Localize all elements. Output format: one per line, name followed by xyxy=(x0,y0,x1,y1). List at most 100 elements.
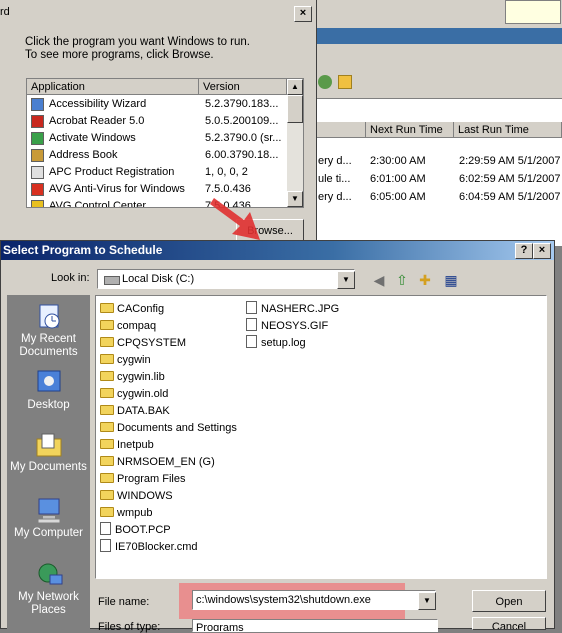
folder-item[interactable]: cygwin.lib xyxy=(100,369,237,386)
wizard-close-button[interactable]: × xyxy=(294,6,312,22)
place-label: My Documents xyxy=(10,461,87,473)
item-label: setup.log xyxy=(261,337,306,349)
program-list-item[interactable]: Activate Windows 5.2.3790.0 (sr... xyxy=(27,130,287,147)
folder-item[interactable]: wmpub xyxy=(100,505,237,522)
program-list-scrollbar[interactable]: ▲ ▼ xyxy=(287,79,303,207)
item-label: wmpub xyxy=(117,507,153,519)
place-my-documents[interactable]: My Documents xyxy=(7,431,90,474)
folder-item[interactable]: CPQSYSTEM xyxy=(100,335,237,352)
file-item[interactable]: NASHERC.JPG xyxy=(246,301,339,318)
folder-item[interactable]: WINDOWS xyxy=(100,488,237,505)
my-computer-icon xyxy=(34,497,64,525)
folder-item[interactable]: Documents and Settings xyxy=(100,420,237,437)
background-toolbar xyxy=(316,72,562,92)
program-version: 5.2.3790.0 (sr... xyxy=(205,132,282,144)
item-label: Inetpub xyxy=(117,439,154,451)
item-label: cygwin.old xyxy=(117,388,169,400)
program-list-item[interactable]: APC Product Registration 1, 0, 0, 2 xyxy=(27,164,287,181)
recent-documents-icon xyxy=(34,303,64,331)
folder-item[interactable]: NRMSOEM_EN (G) xyxy=(100,454,237,471)
place-label: My Network Places xyxy=(18,591,79,616)
place-desktop[interactable]: Desktop xyxy=(7,369,90,412)
back-icon[interactable]: ◀ xyxy=(369,270,389,290)
folder-item[interactable]: Inetpub xyxy=(100,437,237,454)
place-my-recent-documents[interactable]: My Recent Documents xyxy=(7,303,90,359)
dialog-titlebar[interactable]: Select Program to Schedule ? × xyxy=(1,241,554,260)
instruction-line-2: To see more programs, click Browse. xyxy=(25,49,214,61)
open-button[interactable]: Open xyxy=(472,590,546,612)
place-label: My Computer xyxy=(13,527,84,539)
scroll-up-button[interactable]: ▲ xyxy=(287,79,303,95)
toolbar-icon[interactable] xyxy=(318,75,332,89)
item-label: cygwin.lib xyxy=(117,371,165,383)
program-list-item[interactable]: Acrobat Reader 5.0 5.0.5.200109... xyxy=(27,113,287,130)
folder-item[interactable]: DATA.BAK xyxy=(100,403,237,420)
folder-icon xyxy=(100,473,114,483)
folder-item[interactable]: Program Files xyxy=(100,471,237,488)
file-item[interactable]: IE70Blocker.cmd xyxy=(100,539,237,556)
folder-icon xyxy=(100,456,114,466)
folder-icon xyxy=(100,388,114,398)
column-header-last-run[interactable]: Last Run Time xyxy=(454,122,562,138)
look-in-dropdown-arrow[interactable]: ▼ xyxy=(337,271,355,289)
file-icon xyxy=(100,539,111,552)
file-item[interactable]: setup.log xyxy=(246,335,339,352)
file-name-value: c:\windows\system32\shutdown.exe xyxy=(196,594,371,606)
open-button-label: Open xyxy=(495,596,523,608)
files-of-type-dropdown[interactable]: Programs xyxy=(192,619,438,632)
task-row-2-name[interactable]: ule ti... xyxy=(318,172,364,186)
column-header-version[interactable]: Version xyxy=(199,79,287,95)
dialog-close-button[interactable]: × xyxy=(533,243,551,259)
file-item[interactable]: BOOT.PCP xyxy=(100,522,237,539)
file-name-dropdown-arrow[interactable]: ▼ xyxy=(418,592,436,610)
scroll-thumb[interactable] xyxy=(287,95,303,123)
wizard-title-text: rd xyxy=(0,6,10,18)
column-header-next-run[interactable]: Next Run Time xyxy=(366,122,454,138)
view-menu-icon[interactable]: ▦ xyxy=(441,270,461,290)
help-button[interactable]: ? xyxy=(515,243,533,259)
task-row-1-last: 2:29:59 AM 5/1/2007 xyxy=(459,155,561,167)
scroll-down-button[interactable]: ▼ xyxy=(287,191,303,207)
folder-icon xyxy=(100,422,114,432)
arrow-annotation-icon xyxy=(210,198,260,240)
file-list[interactable]: CAConfig compaq CPQSYSTEM cygwin cygwin.lib c… xyxy=(95,295,547,579)
program-icon xyxy=(31,200,44,207)
folder-item[interactable]: compaq xyxy=(100,318,237,335)
program-name: AVG Control Center xyxy=(49,200,147,208)
program-version: 5.2.3790.183... xyxy=(205,98,279,110)
item-label: NEOSYS.GIF xyxy=(261,320,329,332)
look-in-dropdown[interactable]: Local Disk (C:) ▼ xyxy=(97,269,355,289)
column-header-application[interactable]: Application xyxy=(27,79,199,95)
folder-options-icon[interactable] xyxy=(338,75,352,89)
task-row-2-last: 6:02:59 AM 5/1/2007 xyxy=(459,173,561,185)
program-list-item[interactable]: Address Book 6.00.3790.18... xyxy=(27,147,287,164)
column-header-name[interactable] xyxy=(316,122,366,138)
up-folder-icon[interactable]: ⇧ xyxy=(392,270,412,290)
place-my-network-places[interactable]: My Network Places xyxy=(7,561,90,617)
place-my-computer[interactable]: My Computer xyxy=(7,497,90,540)
item-label: DATA.BAK xyxy=(117,405,170,417)
folder-item[interactable]: CAConfig xyxy=(100,301,237,318)
folder-item[interactable]: cygwin.old xyxy=(100,386,237,403)
notification-area xyxy=(505,0,561,24)
program-icon xyxy=(31,115,44,128)
program-list[interactable]: Application Version Accessibility Wizard… xyxy=(26,78,304,208)
folder-icon xyxy=(100,405,114,415)
place-label: My Recent Documents xyxy=(19,333,78,358)
look-in-value: Local Disk (C:) xyxy=(122,273,195,285)
task-row-3-name[interactable]: ery d... xyxy=(318,190,364,204)
task-row-3-next: 6:05:00 AM xyxy=(370,191,426,203)
dialog-title: Select Program to Schedule xyxy=(3,243,163,257)
file-icon xyxy=(100,522,111,535)
new-folder-icon[interactable]: ✚ xyxy=(415,270,435,290)
program-list-item[interactable]: Accessibility Wizard 5.2.3790.183... xyxy=(27,96,287,113)
file-item[interactable]: NEOSYS.GIF xyxy=(246,318,339,335)
file-name-input[interactable]: c:\windows\system32\shutdown.exe ▼ xyxy=(192,590,436,610)
program-name: Activate Windows xyxy=(49,132,136,144)
folder-item[interactable]: cygwin xyxy=(100,352,237,369)
program-name: APC Product Registration xyxy=(49,166,175,178)
folder-icon xyxy=(100,490,114,500)
file-name-label: File name: xyxy=(98,596,150,608)
cancel-button[interactable]: Cancel xyxy=(472,617,546,630)
task-row-1-name[interactable]: ery d... xyxy=(318,154,364,168)
